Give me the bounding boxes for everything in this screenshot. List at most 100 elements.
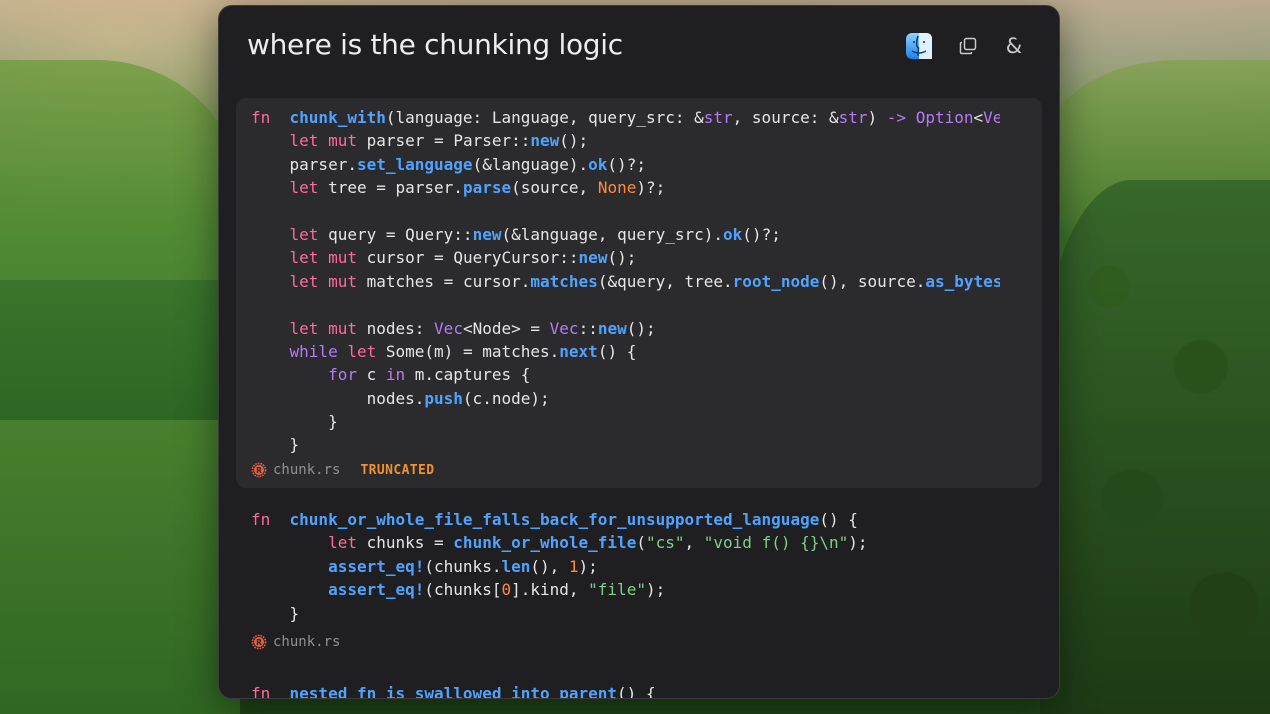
code-line: fn chunk_or_whole_file_falls_back_for_un… — [251, 508, 868, 531]
code-line: nodes.push(c.node); — [251, 387, 1000, 410]
code-token: (&language, query_src). — [501, 224, 724, 244]
query-title: where is the chunking logic — [247, 28, 623, 61]
code-line: } — [251, 433, 1000, 456]
window-header: where is the chunking logic & — [219, 6, 1059, 92]
code-token: (source, — [511, 178, 598, 198]
code-token: } — [251, 435, 300, 455]
code-token: , — [684, 533, 704, 553]
code-token: let — [289, 178, 319, 198]
finder-button[interactable] — [905, 32, 933, 60]
code-token: ); — [848, 533, 868, 553]
code-token: str — [838, 108, 868, 127]
code-token: tree = parser. — [318, 178, 463, 198]
file-name[interactable]: chunk.rs — [273, 462, 340, 478]
code-token: "file" — [588, 580, 646, 600]
code-token: ok — [588, 154, 608, 174]
ampersand-button[interactable]: & — [1000, 32, 1028, 60]
code-line: fn nested_fn_is_swallowed_into_parent() … — [251, 682, 656, 699]
copy-icon — [959, 37, 977, 55]
result-code-block-2[interactable]: fn chunk_or_whole_file_falls_back_for_un… — [251, 508, 868, 625]
code-token: ); — [645, 580, 666, 600]
code-token: () { — [597, 341, 637, 361]
code-token: <Node> = — [462, 318, 550, 338]
code-token: (&query, tree. — [597, 271, 733, 291]
code-token: < — [973, 108, 984, 127]
code-token: nodes. — [251, 388, 425, 408]
code-token: let — [289, 224, 319, 244]
svg-text:R: R — [256, 638, 262, 647]
code-token: parse — [462, 178, 512, 198]
code-token: ()?; — [607, 154, 646, 174]
code-token: mut — [328, 248, 357, 268]
result-code-block-3[interactable]: fn nested_fn_is_swallowed_into_parent() … — [251, 682, 656, 699]
code-token: matches = cursor. — [356, 271, 531, 291]
code-token: let — [328, 533, 357, 553]
background-meadow — [0, 420, 240, 714]
copy-button[interactable] — [954, 32, 982, 60]
code-token: chunk_or_whole_file — [453, 533, 637, 553]
code-token: as_bytes — [925, 271, 1000, 291]
finder-icon — [906, 33, 932, 59]
code-token: (chunks. — [424, 556, 502, 576]
code-token: parser = Parser:: — [356, 131, 531, 151]
code-token: Vec — [549, 318, 579, 338]
code-token: } — [251, 603, 300, 623]
code-token: query = Query:: — [318, 224, 473, 244]
code-line: for c in m.captures { — [251, 363, 1000, 386]
code-token: Vec — [434, 318, 463, 338]
result-file-row[interactable]: R chunk.rs TRUNCATED — [251, 462, 434, 478]
code-token: len — [501, 556, 531, 576]
code-line: let mut nodes: Vec<Node> = Vec::new(); — [251, 317, 1000, 340]
code-line: assert_eq!(chunks.len(), 1); — [251, 555, 868, 578]
rust-icon: R — [251, 634, 267, 650]
result-code-block-1[interactable]: fn chunk_with(language: Language, query_… — [236, 98, 1042, 488]
code-token: Some(m) = matches. — [376, 341, 560, 361]
code-token: nested_fn_is_swallowed_into_parent — [289, 684, 618, 699]
code-token: mut — [328, 271, 357, 291]
code-token: mut — [328, 131, 357, 151]
ampersand-icon: & — [1005, 34, 1023, 58]
code-line: let mut cursor = QueryCursor::new(); — [251, 246, 1000, 269]
code-token: let — [289, 318, 319, 338]
code-line: let tree = parser.parse(source, None)?; — [251, 176, 1000, 199]
code-token: while — [289, 341, 338, 361]
rust-icon: R — [251, 462, 267, 478]
code-token: fn — [251, 684, 271, 699]
code-token: :: — [578, 318, 598, 338]
code-token: fn — [251, 108, 271, 127]
code-token: root_node — [732, 271, 820, 291]
code-token: } — [251, 412, 338, 432]
search-results-window: where is the chunking logic & fn chunk_w… — [218, 5, 1060, 699]
code-token: let — [289, 131, 319, 151]
code-token: () { — [819, 510, 858, 529]
code-lines: fn chunk_with(language: Language, query_… — [251, 106, 1000, 457]
code-token: Option — [906, 108, 974, 127]
code-line: parser.set_language(&language).ok()?; — [251, 153, 1000, 176]
code-token: assert_eq! — [328, 556, 425, 576]
file-name[interactable]: chunk.rs — [273, 634, 340, 650]
code-line: } — [251, 410, 1000, 433]
code-line: let mut parser = Parser::new(); — [251, 129, 1000, 152]
code-token: -> — [886, 108, 907, 127]
code-token: ].kind, — [511, 580, 589, 600]
code-token: ()?; — [742, 224, 781, 244]
code-token: ) — [867, 108, 887, 127]
code-token: ok — [723, 224, 743, 244]
code-token: 0 — [501, 580, 512, 600]
code-token: in — [385, 365, 406, 385]
result-file-row-2[interactable]: R chunk.rs — [251, 634, 340, 650]
